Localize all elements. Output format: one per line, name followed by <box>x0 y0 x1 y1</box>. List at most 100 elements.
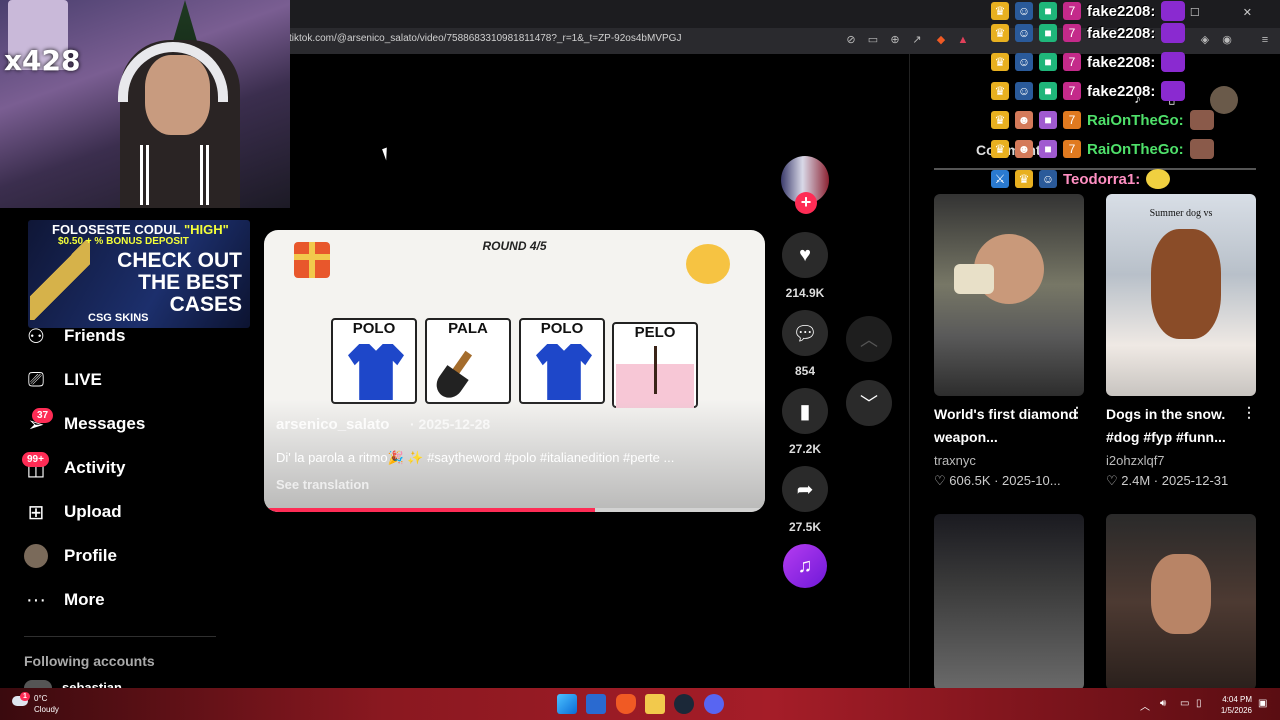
emote-icon <box>1161 52 1186 72</box>
menu-icon[interactable]: ≡ <box>1258 33 1272 47</box>
chevron-up-icon[interactable]: ︿ <box>1140 698 1150 713</box>
gift-icon: ■ <box>1039 82 1057 100</box>
rec-video-title[interactable]: Dogs in the snow. #dog #fyp #funn... <box>1106 403 1256 449</box>
like-button[interactable]: ♥ <box>782 232 828 278</box>
windows-taskbar <box>0 688 1280 720</box>
start-icon[interactable] <box>557 694 577 714</box>
speaker-icon[interactable]: 🔊︎ <box>1160 698 1166 709</box>
weather-temperature[interactable]: 0°C <box>34 694 47 703</box>
rewards-icon[interactable]: ▲ <box>956 33 970 47</box>
streamer-webcam: x428 <box>0 0 290 208</box>
share-page-icon[interactable]: ↗ <box>910 33 924 47</box>
task-view-icon[interactable] <box>586 694 606 714</box>
see-translation-link[interactable]: See translation <box>276 477 369 492</box>
steam-icon[interactable] <box>674 694 694 714</box>
following-account-name[interactable]: sebastian <box>62 680 122 688</box>
file-explorer-icon[interactable] <box>645 694 665 714</box>
comment-icon: 💬︎ <box>792 322 818 345</box>
battery-icon[interactable]: ▯ <box>1196 698 1202 709</box>
chat-message: ♛ ☺ ■ 7 fake2208: <box>991 80 1186 102</box>
rec-video-thumbnail[interactable] <box>934 514 1084 690</box>
share-button[interactable]: ➦ <box>782 466 828 512</box>
viewer-multiplier: x428 <box>4 44 81 77</box>
sidebar-item-more[interactable]: ··· More <box>24 585 105 615</box>
sidebar-item-label: Profile <box>64 546 117 565</box>
rec-video-author[interactable]: i2ohzxlqf7 <box>1106 453 1165 468</box>
discord-icon[interactable] <box>704 694 724 714</box>
save-button[interactable]: ▮ <box>782 388 828 434</box>
rec-video-thumbnail[interactable]: Summer dog vs <box>1106 194 1256 396</box>
shirt-icon <box>536 344 592 400</box>
rec-video-author[interactable]: traxnyc <box>934 453 976 468</box>
crown-icon: ♛ <box>991 24 1009 42</box>
bot-icon: ☺ <box>1015 82 1033 100</box>
person-icon: ☻ <box>1015 111 1033 129</box>
ad-code-line: FOLOSESTE CODUL "HIGH" <box>52 222 229 237</box>
sidebar-item-upload[interactable]: ⊞ Upload <box>24 497 122 527</box>
gift-icon <box>294 242 330 278</box>
crown-icon: ♛ <box>991 2 1009 20</box>
emote-icon <box>1161 23 1186 43</box>
shirt-icon <box>348 344 404 400</box>
sidebar-item-friends[interactable]: ⚇ Friends <box>24 321 125 351</box>
video-author[interactable]: arsenico_salato <box>276 416 389 433</box>
badge-icon: 7 <box>1063 53 1081 71</box>
previous-video-button[interactable]: ︿ <box>846 316 892 362</box>
url-text[interactable]: tiktok.com/@arsenico_salato/video/758868… <box>289 33 681 44</box>
friends-icon: ⚇ <box>27 325 45 348</box>
mute-icon[interactable]: ⊘ <box>844 33 858 47</box>
follow-plus-icon[interactable]: + <box>795 192 817 214</box>
knife-graphic <box>30 240 90 320</box>
rec-video-thumbnail[interactable] <box>934 194 1084 396</box>
rec-video-thumbnail[interactable] <box>1106 514 1256 690</box>
sponsor-ad-banner: FOLOSESTE CODUL "HIGH" $0.50 + % BONUS D… <box>28 220 250 328</box>
cast-icon[interactable]: ▭ <box>866 33 880 47</box>
bot-icon: ☺ <box>1015 2 1033 20</box>
ad-bonus-line: $0.50 + % BONUS DEPOSIT <box>58 236 189 247</box>
network-icon[interactable]: ▭ <box>1180 698 1189 709</box>
sidebar-item-live[interactable]: ⎚ LIVE <box>24 365 102 395</box>
vpn-icon[interactable]: ◉ <box>1220 33 1234 47</box>
clock-date[interactable]: 1/5/2026 <box>1212 706 1252 715</box>
mouse-cursor <box>382 147 391 161</box>
rec-video-title[interactable]: World's first diamond weapon... <box>934 403 1084 449</box>
like-count: 214.9K <box>785 286 825 300</box>
comment-count: 854 <box>794 364 816 378</box>
party-face-icon <box>686 244 730 284</box>
bot-icon: ☺ <box>1015 24 1033 42</box>
emote-icon <box>1146 169 1171 189</box>
more-icon: ··· <box>26 588 46 611</box>
extension-icon[interactable]: ◈ <box>1198 33 1212 47</box>
video-date: · 2025-12-28 <box>410 416 491 432</box>
sidebar-item-label: More <box>64 590 105 609</box>
more-options-icon[interactable]: ⋮ <box>1070 404 1084 421</box>
chat-username: fake2208: <box>1087 82 1156 100</box>
music-disc-icon[interactable]: ♫ <box>783 544 827 588</box>
share-count: 27.5K <box>788 520 822 534</box>
heart-icon: ♥ <box>799 243 811 266</box>
following-accounts-title: Following accounts <box>24 653 155 669</box>
next-video-button[interactable]: ﹀ <box>846 380 892 426</box>
following-avatar[interactable] <box>24 680 52 688</box>
crown-icon: ♛ <box>991 140 1009 158</box>
chat-username: fake2208: <box>1087 53 1156 71</box>
sidebar-item-profile[interactable]: Profile <box>24 541 117 571</box>
crown-icon: ♛ <box>991 82 1009 100</box>
notification-icon[interactable]: ▣ <box>1258 698 1267 709</box>
weather-description[interactable]: Cloudy <box>34 705 59 714</box>
brave-icon[interactable] <box>616 694 636 714</box>
zoom-icon[interactable]: ⊕ <box>888 33 902 47</box>
clock-time[interactable]: 4:04 PM <box>1212 695 1252 704</box>
video-player[interactable]: ROUND 4/5 POLO PALA POLO PELO arsenico_s… <box>264 230 765 512</box>
comment-button[interactable]: 💬︎ <box>782 310 828 356</box>
emote-icon <box>1161 1 1186 21</box>
chat-username: fake2208: <box>1087 2 1156 20</box>
chat-message: ⚔ ♛ ☺ Teodorra1: <box>991 168 1171 190</box>
sidebar-item-label: Upload <box>64 502 122 521</box>
sidebar-item-label: Activity <box>64 458 126 477</box>
more-options-icon[interactable]: ⋮ <box>1242 404 1256 421</box>
emote-icon <box>1189 139 1214 159</box>
chat-message: ♛ ☺ ■ 7 fake2208: <box>991 22 1186 44</box>
user-avatar[interactable] <box>1210 86 1238 114</box>
brave-shield-icon[interactable]: ◆ <box>934 33 948 47</box>
